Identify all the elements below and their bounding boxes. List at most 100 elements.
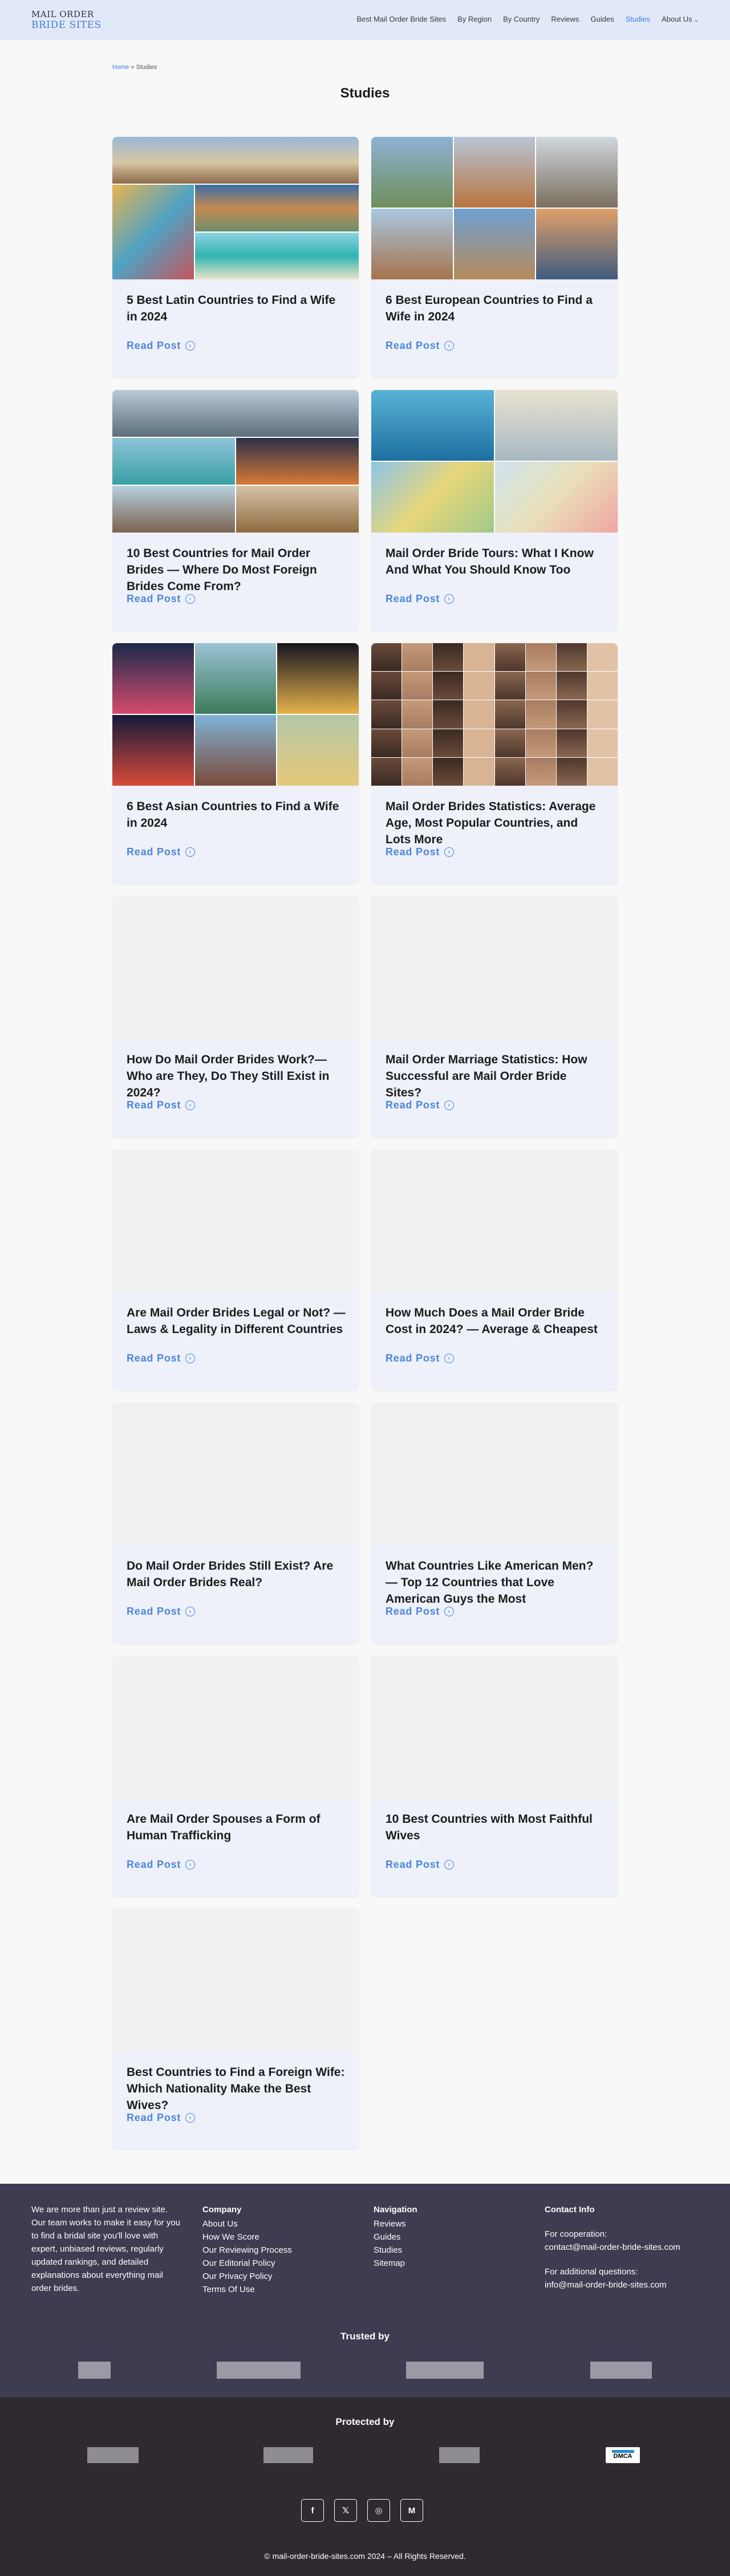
study-card-image[interactable] <box>112 1403 359 1545</box>
read-post-link[interactable]: Read Post › <box>127 846 196 858</box>
instagram-icon[interactable]: ◎ <box>367 2499 390 2522</box>
study-card[interactable]: Are Mail Order Brides Legal or Not? — La… <box>112 1149 359 1390</box>
study-card-title[interactable]: 5 Best Latin Countries to Find a Wife in… <box>127 292 346 325</box>
facebook-icon[interactable]: f <box>301 2499 324 2522</box>
footer-link-terms[interactable]: Terms Of Use <box>202 2283 292 2296</box>
site-logo[interactable]: MAIL ORDER BRIDE SITES <box>31 9 117 32</box>
study-card[interactable]: 6 Best Asian Countries to Find a Wife in… <box>112 643 359 884</box>
breadcrumb-home[interactable]: Home <box>112 64 129 71</box>
collage-photo <box>236 486 359 533</box>
nav-best-sites[interactable]: Best Mail Order Bride Sites <box>356 15 446 23</box>
read-post-link[interactable]: Read Post › <box>386 1352 455 1364</box>
footer-link-privacy-policy[interactable]: Our Privacy Policy <box>202 2270 292 2283</box>
study-card-title[interactable]: How Much Does a Mail Order Bride Cost in… <box>386 1305 605 1338</box>
portrait-photo <box>464 757 494 786</box>
read-post-link[interactable]: Read Post › <box>386 846 455 858</box>
footer-link-editorial-policy[interactable]: Our Editorial Policy <box>202 2257 292 2270</box>
nav-studies[interactable]: Studies <box>626 15 650 23</box>
study-card-title[interactable]: 6 Best Asian Countries to Find a Wife in… <box>127 798 346 831</box>
read-post-link[interactable]: Read Post › <box>127 1099 196 1111</box>
study-card-image[interactable] <box>371 1403 618 1545</box>
read-post-link[interactable]: Read Post › <box>127 1606 196 1618</box>
portrait-photo <box>433 643 464 672</box>
study-card-title[interactable]: Are Mail Order Brides Legal or Not? — La… <box>127 1305 346 1338</box>
study-card[interactable]: How Do Mail Order Brides Work?— Who are … <box>112 896 359 1137</box>
read-post-link[interactable]: Read Post › <box>386 1859 455 1871</box>
study-card-image[interactable] <box>371 896 618 1039</box>
study-card-title[interactable]: Are Mail Order Spouses a Form of Human T… <box>127 1811 346 1844</box>
study-card-image[interactable] <box>371 1656 618 1798</box>
study-card-title[interactable]: 6 Best European Countries to Find a Wife… <box>386 292 605 325</box>
study-card[interactable]: Mail Order Brides Statistics: Average Ag… <box>371 643 618 884</box>
study-card-image[interactable] <box>371 390 618 533</box>
footer-link-how-we-score[interactable]: How We Score <box>202 2230 292 2244</box>
nav-guides[interactable]: Guides <box>591 15 614 23</box>
study-card-title[interactable]: How Do Mail Order Brides Work?— Who are … <box>127 1051 346 1101</box>
portrait-photo <box>494 643 525 672</box>
study-card[interactable]: How Much Does a Mail Order Bride Cost in… <box>371 1149 618 1390</box>
nav-reviews[interactable]: Reviews <box>551 15 579 23</box>
study-card[interactable]: Are Mail Order Spouses a Form of Human T… <box>112 1656 359 1896</box>
study-card-title[interactable]: 10 Best Countries with Most Faithful Wiv… <box>386 1811 605 1844</box>
trusted-logo <box>217 2362 301 2379</box>
study-card-title[interactable]: Mail Order Marriage Statistics: How Succ… <box>386 1051 605 1101</box>
read-post-link[interactable]: Read Post › <box>386 1099 455 1111</box>
study-card-title[interactable]: Do Mail Order Brides Still Exist? Are Ma… <box>127 1558 346 1591</box>
footer-link-sitemap[interactable]: Sitemap <box>374 2257 417 2270</box>
collage-photo <box>277 715 359 786</box>
study-card-image[interactable] <box>112 1656 359 1798</box>
portrait-photo <box>433 757 464 786</box>
study-card[interactable]: What Countries Like American Men? — Top … <box>371 1403 618 1643</box>
study-card-image[interactable] <box>371 137 618 279</box>
footer-link-reviews[interactable]: Reviews <box>374 2217 417 2230</box>
read-post-link[interactable]: Read Post › <box>127 1352 196 1364</box>
study-card[interactable]: Do Mail Order Brides Still Exist? Are Ma… <box>112 1403 359 1643</box>
read-post-link[interactable]: Read Post › <box>127 2112 196 2124</box>
study-card-image[interactable] <box>112 643 359 786</box>
study-card-title[interactable]: Mail Order Brides Statistics: Average Ag… <box>386 798 605 848</box>
nav-by-country[interactable]: By Country <box>503 15 540 23</box>
read-post-link[interactable]: Read Post › <box>127 593 196 605</box>
x-icon[interactable]: 𝕏 <box>334 2499 357 2522</box>
footer-link-reviewing-process[interactable]: Our Reviewing Process <box>202 2244 292 2257</box>
read-post-link[interactable]: Read Post › <box>127 340 196 352</box>
medium-icon[interactable]: M <box>400 2499 423 2522</box>
study-card[interactable]: Mail Order Marriage Statistics: How Succ… <box>371 896 618 1137</box>
study-card-image[interactable] <box>112 137 359 279</box>
portrait-photo <box>402 672 433 700</box>
footer-link-guides[interactable]: Guides <box>374 2230 417 2244</box>
nav-by-region[interactable]: By Region <box>457 15 492 23</box>
read-post-link[interactable]: Read Post › <box>386 340 455 352</box>
study-card[interactable]: 5 Best Latin Countries to Find a Wife in… <box>112 137 359 377</box>
study-card-image[interactable] <box>371 1149 618 1292</box>
study-card-title[interactable]: Best Countries to Find a Foreign Wife: W… <box>127 2064 346 2114</box>
main-nav: Best Mail Order Bride Sites By Region By… <box>356 15 699 23</box>
study-card-image[interactable] <box>112 390 359 533</box>
questions-email[interactable]: info@mail-order-bride-sites.com <box>545 2278 716 2291</box>
study-card[interactable]: 6 Best European Countries to Find a Wife… <box>371 137 618 377</box>
study-card[interactable]: Best Countries to Find a Foreign Wife: W… <box>112 1909 359 2150</box>
cooperation-email[interactable]: contact@mail-order-bride-sites.com <box>545 2241 716 2254</box>
read-post-link[interactable]: Read Post › <box>386 593 455 605</box>
study-card[interactable]: Mail Order Bride Tours: What I Know And … <box>371 390 618 631</box>
read-post-link[interactable]: Read Post › <box>127 1859 196 1871</box>
trusted-logo <box>590 2362 652 2379</box>
study-card[interactable]: 10 Best Countries with Most Faithful Wiv… <box>371 1656 618 1896</box>
footer-link-studies[interactable]: Studies <box>374 2244 417 2257</box>
study-card-title[interactable]: What Countries Like American Men? — Top … <box>386 1558 605 1607</box>
footer-link-about[interactable]: About Us <box>202 2217 292 2230</box>
study-card-image[interactable] <box>112 896 359 1039</box>
nav-about-us[interactable]: About Us ⌄ <box>662 15 699 23</box>
study-card-image[interactable] <box>112 1149 359 1292</box>
collage-photo <box>112 715 194 786</box>
study-card-title[interactable]: Mail Order Bride Tours: What I Know And … <box>386 545 605 578</box>
study-card-image[interactable] <box>112 1909 359 2051</box>
collage-photo <box>112 185 194 279</box>
collage-photo <box>194 233 359 279</box>
study-card-title[interactable]: 10 Best Countries for Mail Order Brides … <box>127 545 346 595</box>
study-card-image[interactable] <box>371 643 618 786</box>
portrait-photo <box>371 700 402 729</box>
study-card[interactable]: 10 Best Countries for Mail Order Brides … <box>112 390 359 631</box>
read-post-link[interactable]: Read Post › <box>386 1606 455 1618</box>
dmca-badge[interactable]: DMCA <box>606 2447 640 2463</box>
